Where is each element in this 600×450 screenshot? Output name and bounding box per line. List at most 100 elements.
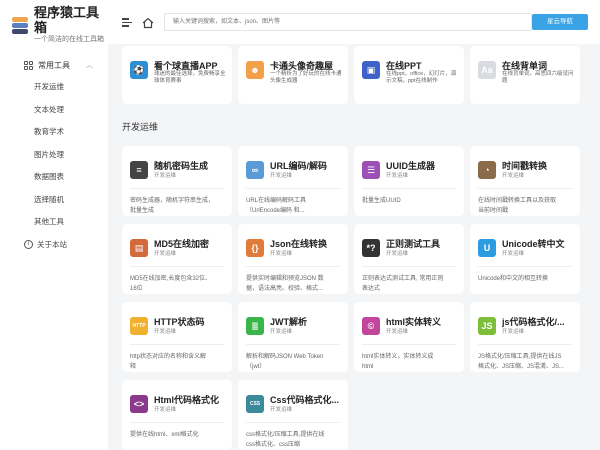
- card-divider: [246, 422, 340, 423]
- tool-icon: ☰: [362, 161, 380, 179]
- tool-category: 开发运维: [270, 407, 293, 413]
- tool-icon: ∞: [246, 161, 264, 179]
- featured-desc: 球迷的最佳选择，免费畅享全球体育赛事: [154, 71, 226, 84]
- tool-card[interactable]: ☰ UUID生成器 开发运维 批量生成UUID: [354, 146, 464, 216]
- tool-desc-line: （UrlEncode编码 和...: [246, 208, 305, 214]
- tool-card[interactable]: HTTP HTTP状态码 开发运维 http状态对应的名称和含义解释: [122, 302, 232, 372]
- tool-desc: css格式化/压缩工具,提供在线 css格式化、css压缩: [246, 430, 324, 450]
- featured-card[interactable]: ☻ 卡通头像奇趣屋 一个精析为了好玩的在线卡通头像生成器: [238, 46, 348, 104]
- tool-desc-line: 提供实时编辑和预览JSON 数: [246, 276, 324, 282]
- sidebar-item-about[interactable]: i 关于本站: [0, 234, 108, 257]
- home-icon[interactable]: [142, 16, 154, 29]
- tool-card[interactable]: U Unicode转中文 开发运维 Unicode和中文的相互转换: [470, 224, 580, 294]
- tool-desc-line: 解析和解码JSON Web Token: [246, 354, 324, 360]
- sidebar: 程序猿工具箱 一个简洁的在线工具箱 常用工具 ︿ 开发运维 文本处理 教育学术 …: [0, 0, 108, 450]
- tool-card[interactable]: <> Html代码格式化 开发运维 提供在线html、xml格式化: [122, 380, 232, 450]
- tool-desc-line: 在线时间戳转换工具以及获取: [478, 198, 557, 204]
- tool-desc-line: 格式化、JS压缩、JS混淆、JS...: [478, 364, 565, 370]
- nav-button[interactable]: 星云导航: [532, 14, 588, 30]
- card-divider: [478, 188, 572, 189]
- tool-icon: ©: [362, 317, 380, 335]
- tool-desc-line: css格式化/压缩工具,提供在线: [246, 432, 325, 438]
- brand[interactable]: 程序猿工具箱 一个简洁的在线工具箱: [0, 0, 108, 43]
- card-divider: [362, 266, 456, 267]
- tool-card[interactable]: JS js代码格式化/... 开发运维 JS格式化/压缩工具,提供在线JS 格式化、JS…: [470, 302, 580, 372]
- sidebar-item-image[interactable]: 图片处理: [0, 144, 108, 167]
- tool-desc-line: （jwt）: [246, 364, 266, 370]
- sidebar-item-other[interactable]: 其他工具: [0, 211, 108, 234]
- tool-desc-line: 16位: [130, 286, 143, 292]
- featured-icon: Aa: [478, 61, 496, 79]
- main-content: ⚽ 看个球直播APP 球迷的最佳选择，免费畅享全球体育赛事 ☻ 卡通头像奇趣屋 一个精析为…: [108, 44, 600, 450]
- tool-desc: 正则表达式测试工具, 常用正则 表达式: [362, 274, 443, 294]
- tool-icon: HTTP: [130, 317, 148, 335]
- tool-icon: JS: [478, 317, 496, 335]
- tool-desc-line: JS格式化/压缩工具,提供在线JS: [478, 354, 562, 360]
- tool-card[interactable]: ∞ URL编码/解码 开发运维 URL在线编码解码工具 （UrlEncode编码 和..…: [238, 146, 348, 216]
- featured-card[interactable]: ⚽ 看个球直播APP 球迷的最佳选择，免费畅享全球体育赛事: [122, 46, 232, 104]
- tool-desc: MD5在线加密,长度包含32位、 16位: [130, 274, 211, 294]
- tool-icon: ≣: [246, 317, 264, 335]
- tool-desc: 提供在线html、xml格式化: [130, 430, 199, 440]
- section-title: 开发运维: [122, 122, 159, 132]
- tool-desc: 批量生成UUID: [362, 196, 401, 206]
- featured-desc: 在线背单词，高思四六级没问题: [502, 71, 574, 84]
- tool-card[interactable]: {} Json在线转换 开发运维 提供实时编辑和预览JSON 数据，语法高亮、校验、格…: [238, 224, 348, 294]
- card-divider: [246, 344, 340, 345]
- card-divider: [478, 266, 572, 267]
- card-divider: [246, 188, 340, 189]
- tool-card[interactable]: ≣ JWT解析 开发运维 解析和解码JSON Web Token （jwt）: [238, 302, 348, 372]
- tool-desc-line: 释: [130, 364, 137, 370]
- menu-group-common-tools[interactable]: 常用工具 ︿: [0, 54, 108, 76]
- featured-card[interactable]: ▣ 在线PPT 在线ppt，office，幻灯片，演示文稿，ppt在线制作: [354, 46, 464, 104]
- tool-icon: *?: [362, 239, 380, 257]
- sidebar-item-text[interactable]: 文本处理: [0, 99, 108, 122]
- tool-icon: {}: [246, 239, 264, 257]
- sidebar-item-random[interactable]: 选择随机: [0, 189, 108, 212]
- menu-toggle-icon[interactable]: [122, 17, 134, 27]
- tool-card[interactable]: ▤ MD5在线加密 开发运维 MD5在线加密,长度包含32位、 16位: [122, 224, 232, 294]
- tool-card[interactable]: ≡ 随机密码生成 开发运维 密码生成器，随机字符串生成， 批量生成: [122, 146, 232, 216]
- card-divider: [130, 266, 224, 267]
- tool-category: 开发运维: [270, 173, 293, 179]
- featured-desc: 一个精析为了好玩的在线卡通头像生成器: [270, 71, 342, 84]
- tool-desc: 提供实时编辑和预览JSON 数据，语法高亮、校验、格式...: [246, 274, 324, 294]
- brand-title: 程序猿工具箱: [33, 5, 99, 35]
- tool-card[interactable]: *? 正则测试工具 开发运维 正则表达式测试工具, 常用正则 表达式: [354, 224, 464, 294]
- tool-icon: ▤: [130, 239, 148, 257]
- tool-desc: 解析和解码JSON Web Token （jwt）: [246, 352, 323, 372]
- featured-card[interactable]: Aa 在线背单词 在线背单词，高思四六级没问题: [470, 46, 580, 104]
- card-divider: [478, 344, 572, 345]
- tool-category: 开发运维: [502, 329, 525, 335]
- sidebar-item-charts[interactable]: 数据图表: [0, 166, 108, 189]
- tool-card[interactable]: ◔ 时间戳转换 开发运维 在线时间戳转换工具以及获取 当前时间戳: [470, 146, 580, 216]
- sidebar-menu: 常用工具 ︿ 开发运维 文本处理 教育学术 图片处理 数据图表 选择随机 其他工…: [0, 54, 108, 256]
- tool-category: 开发运维: [270, 329, 293, 335]
- tool-card[interactable]: © html实体转义 开发运维 html实体转义，实体转义成 html: [354, 302, 464, 372]
- tool-category: 开发运维: [154, 407, 177, 413]
- tool-desc-line: Unicode和中文的相互转换: [478, 276, 549, 282]
- tool-desc-line: 提供在线html、xml格式化: [130, 432, 199, 438]
- tool-desc-line: html: [362, 364, 374, 370]
- sidebar-item-education[interactable]: 教育学术: [0, 121, 108, 144]
- tool-desc-line: 密码生成器，随机字符串生成，: [130, 198, 215, 204]
- tool-desc: URL在线编码解码工具 （UrlEncode编码 和...: [246, 196, 306, 216]
- tool-desc-line: css格式化、css压缩: [246, 442, 301, 448]
- tool-card[interactable]: CSS Css代码格式化... 开发运维 css格式化/压缩工具,提供在线 css格式化…: [238, 380, 348, 450]
- tool-desc: 在线时间戳转换工具以及获取 当前时间戳: [478, 196, 556, 216]
- chevron-up-icon: ︿: [86, 62, 93, 69]
- tool-category: 开发运维: [386, 329, 409, 335]
- card-divider: [362, 188, 456, 189]
- tool-category: 开发运维: [270, 251, 293, 257]
- tool-desc: html实体转义，实体转义成 html: [362, 352, 433, 372]
- sidebar-item-devops[interactable]: 开发运维: [0, 76, 108, 99]
- tool-desc-line: 批量生成UUID: [362, 198, 401, 204]
- tool-desc-line: MD5在线加密,长度包含32位、: [130, 276, 212, 282]
- tool-desc-line: 批量生成: [130, 208, 155, 214]
- tool-icon: <>: [130, 395, 148, 413]
- logo-icon: [10, 15, 29, 35]
- card-divider: [130, 422, 224, 423]
- tool-desc: http状态对应的名称和含义解释: [130, 352, 206, 372]
- search-input[interactable]: [164, 13, 532, 31]
- featured-desc: 在线ppt，office，幻灯片，演示文稿，ppt在线制作: [386, 71, 457, 84]
